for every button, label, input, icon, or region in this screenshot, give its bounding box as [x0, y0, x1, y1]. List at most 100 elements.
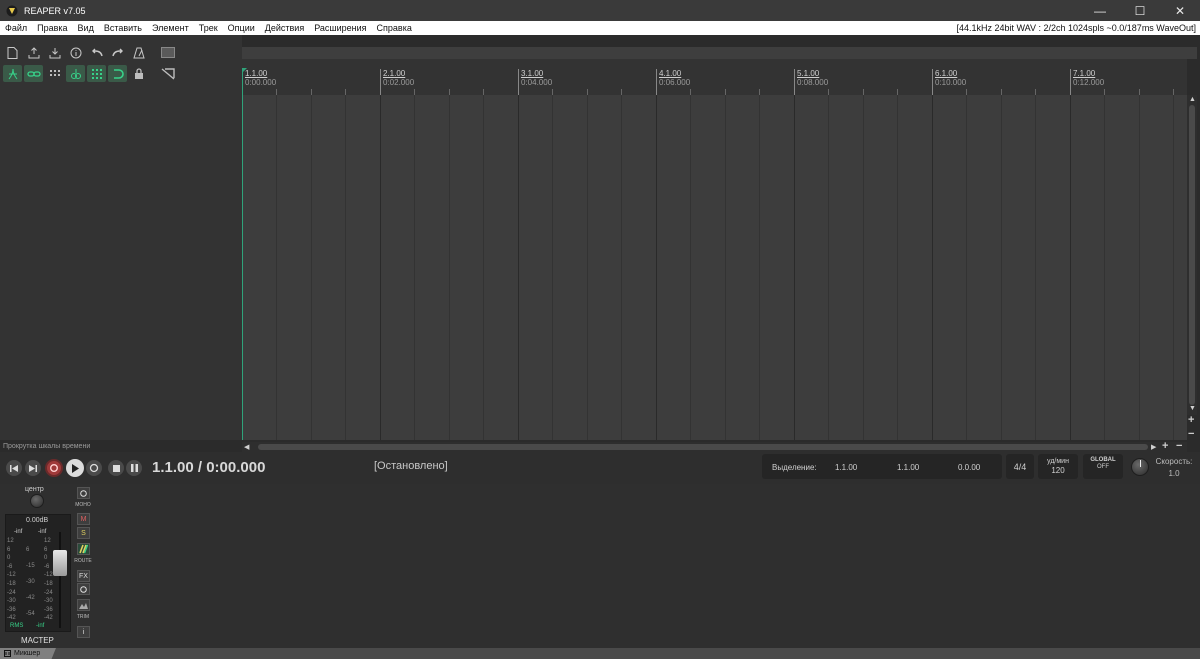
selection-display[interactable]: Выделение: 1.1.00 1.1.00 0.0.00	[762, 454, 1002, 479]
master-peak-right[interactable]: -inf	[38, 529, 46, 535]
playrate-knob[interactable]	[1131, 458, 1149, 476]
master-track-strip: центр 0.00dB -inf -inf 12 6 0 -6 -12 -18 -24…	[3, 484, 92, 646]
master-fx-button[interactable]: FX	[77, 570, 90, 582]
master-fader-track[interactable]	[59, 532, 61, 628]
time-signature-display[interactable]: 4/4	[1006, 454, 1034, 479]
pause-button[interactable]	[126, 460, 142, 476]
master-solo-button[interactable]: S	[77, 527, 90, 539]
horizontal-scrollbar[interactable]	[242, 442, 1187, 452]
undo-icon[interactable]	[87, 44, 106, 61]
edit-cursor-marker-icon[interactable]	[242, 68, 248, 74]
maximize-button[interactable]: ☐	[1120, 0, 1160, 21]
go-to-start-icon[interactable]	[6, 460, 22, 476]
play-state-display: [Остановлено]	[374, 460, 448, 472]
timeline-ruler[interactable]: 1.1.00 0:00.000 2.1.00 0:02.000 3.1.00 0:04…	[242, 59, 1187, 95]
playrate-display[interactable]: Скорость: 1.0	[1153, 457, 1195, 478]
menu-item[interactable]: Элемент	[147, 21, 194, 35]
mixer-tab-icon	[4, 650, 11, 657]
auto-crossfade-icon[interactable]	[66, 65, 85, 82]
master-pan-label: центр	[25, 486, 44, 493]
menu-extensions[interactable]: Расширения	[309, 21, 371, 35]
snap-grid-icon[interactable]	[45, 65, 64, 82]
master-volume-fader[interactable]	[53, 550, 67, 576]
transport-bar: 1.1.00 / 0:00.000 [Остановлено] Выделени…	[0, 452, 1200, 484]
master-peak-left[interactable]: -inf	[14, 529, 22, 535]
vertical-zoom-out-icon[interactable]: −	[1188, 428, 1194, 440]
loop-icon[interactable]	[108, 65, 127, 82]
master-mute-button[interactable]: M	[77, 513, 90, 525]
master-fx-bypass-icon[interactable]	[77, 583, 90, 595]
menu-track[interactable]: Трек	[194, 21, 223, 35]
minimize-button[interactable]: —	[1080, 0, 1120, 21]
master-volume-readout[interactable]: 0.00dB	[26, 517, 48, 524]
global-automation-button[interactable]: GLOBAL OFF	[1083, 454, 1123, 479]
bpm-value[interactable]: 120	[1038, 466, 1078, 475]
arrange-grid[interactable]	[242, 95, 1187, 440]
edit-cursor[interactable]	[242, 70, 243, 440]
menu-edit[interactable]: Правка	[32, 21, 72, 35]
play-button[interactable]	[66, 459, 84, 477]
reaper-window: REAPER v7.05 — ☐ ✕ Файл Правка Вид Встав…	[0, 0, 1200, 659]
master-mono-button[interactable]	[77, 487, 90, 499]
mixer-tab[interactable]: Микшер	[0, 648, 56, 659]
ruler-mark: 7.1.00 0:12.000	[1070, 69, 1104, 95]
metronome-icon[interactable]	[129, 44, 148, 61]
ruler-mark: 4.1.00 0:06.000	[656, 69, 690, 95]
bpm-label: уд/мин	[1047, 458, 1069, 465]
selection-start[interactable]: 1.1.00	[835, 463, 857, 472]
envelope-icon[interactable]	[158, 65, 177, 82]
vertical-scrollbar[interactable]	[1187, 95, 1197, 415]
menu-bar: Файл Правка Вид Вставить Элемент Трек Оп…	[0, 21, 1200, 35]
project-settings-icon[interactable]	[66, 44, 85, 61]
stop-button[interactable]	[108, 460, 124, 476]
new-project-icon[interactable]	[3, 44, 22, 61]
link-icon[interactable]	[24, 65, 43, 82]
track-control-panel[interactable]	[0, 35, 242, 440]
master-pan-knob[interactable]	[30, 494, 44, 508]
scroll-right-icon[interactable]: ▶	[1151, 443, 1156, 451]
selection-length[interactable]: 0.0.00	[958, 463, 980, 472]
rms-value: -inf	[36, 623, 45, 629]
menu-actions[interactable]: Действия	[260, 21, 309, 35]
trim-label: TRIM	[76, 614, 90, 620]
go-to-end-icon[interactable]	[25, 460, 41, 476]
menu-file[interactable]: Файл	[0, 21, 32, 35]
open-project-icon[interactable]	[24, 44, 43, 61]
audio-device-status[interactable]: [44.1kHz 24bit WAV : 2/2ch 1024spls ~0.0…	[956, 23, 1200, 33]
save-project-icon[interactable]	[45, 44, 64, 61]
rate-value[interactable]: 1.0	[1153, 469, 1195, 478]
master-info-button[interactable]: i	[77, 626, 90, 638]
menu-help[interactable]: Справка	[372, 21, 417, 35]
rate-label: Скорость:	[1155, 457, 1193, 466]
tempo-display[interactable]: уд/мин 120	[1038, 454, 1078, 479]
horizontal-zoom-out-icon[interactable]: −	[1176, 440, 1182, 452]
menu-insert[interactable]: Вставить	[99, 21, 147, 35]
vertical-scroll-thumb[interactable]	[1189, 105, 1195, 405]
scroll-left-icon[interactable]: ◀	[244, 443, 249, 451]
vertical-zoom-in-icon[interactable]: +	[1188, 414, 1194, 426]
close-button[interactable]: ✕	[1160, 0, 1200, 21]
scroll-down-icon[interactable]: ▼	[1189, 405, 1196, 412]
master-track-name: МАСТЕР	[21, 636, 54, 645]
master-route-button[interactable]	[77, 543, 90, 555]
mixer-tab-label: Микшер	[14, 650, 41, 657]
scroll-up-icon[interactable]: ▲	[1189, 96, 1196, 103]
docker-tab-bar	[0, 648, 1200, 659]
ripple-edit-icon[interactable]	[3, 65, 22, 82]
grid-box-icon[interactable]	[158, 44, 177, 61]
arrange-header-bar[interactable]	[242, 47, 1197, 59]
master-trim-button[interactable]	[77, 599, 90, 611]
rms-label: RMS	[10, 623, 24, 629]
mixer-panel[interactable]: центр 0.00dB -inf -inf 12 6 0 -6 -12 -18 -24…	[0, 484, 1200, 648]
grid-toggle-icon[interactable]	[87, 65, 106, 82]
horizontal-scroll-thumb[interactable]	[258, 444, 1148, 450]
redo-icon[interactable]	[108, 44, 127, 61]
horizontal-zoom-in-icon[interactable]: +	[1162, 440, 1168, 452]
selection-end[interactable]: 1.1.00	[897, 463, 919, 472]
repeat-icon[interactable]	[86, 460, 102, 476]
menu-options[interactable]: Опции	[223, 21, 260, 35]
record-button[interactable]	[45, 459, 63, 477]
lock-icon[interactable]	[129, 65, 148, 82]
menu-view[interactable]: Вид	[73, 21, 99, 35]
position-display[interactable]: 1.1.00 / 0:00.000	[152, 459, 265, 476]
